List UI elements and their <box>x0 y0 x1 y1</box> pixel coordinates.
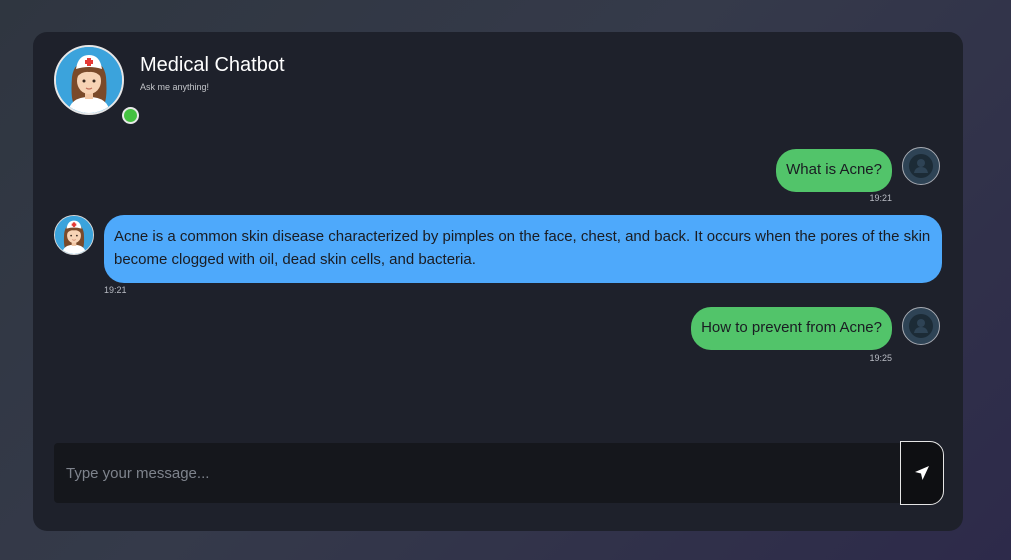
bot-avatar-small <box>54 215 94 255</box>
message-text: What is Acne? <box>786 161 882 178</box>
send-arrow-icon <box>915 466 929 480</box>
user-message-bubble: How to prevent from Acne? <box>691 307 892 350</box>
message-time: 19:21 <box>104 285 127 295</box>
message-text: Acne is a common skin disease characteri… <box>114 228 931 268</box>
send-button[interactable] <box>900 441 944 505</box>
nurse-avatar-icon <box>55 216 93 254</box>
user-message-bubble: What is Acne? <box>776 149 892 192</box>
message-text: How to prevent from Acne? <box>701 319 882 336</box>
bot-message-bubble: Acne is a common skin disease characteri… <box>104 215 942 283</box>
message-time: 19:21 <box>869 193 892 203</box>
user-avatar <box>902 307 940 345</box>
chat-card: Medical Chatbot Ask me anything! What is… <box>33 32 963 531</box>
online-status-indicator <box>122 107 139 124</box>
nurse-avatar-icon <box>56 47 122 113</box>
bot-avatar-large <box>54 45 124 115</box>
user-avatar <box>902 147 940 185</box>
bot-subtitle: Ask me anything! <box>140 82 210 92</box>
user-icon <box>909 314 933 338</box>
message-input-container <box>54 443 900 503</box>
bot-title: Medical Chatbot <box>140 54 285 76</box>
user-icon <box>909 154 933 178</box>
message-input[interactable] <box>54 443 900 503</box>
message-time: 19:25 <box>869 353 892 363</box>
chat-header: Medical Chatbot Ask me anything! <box>54 45 285 124</box>
